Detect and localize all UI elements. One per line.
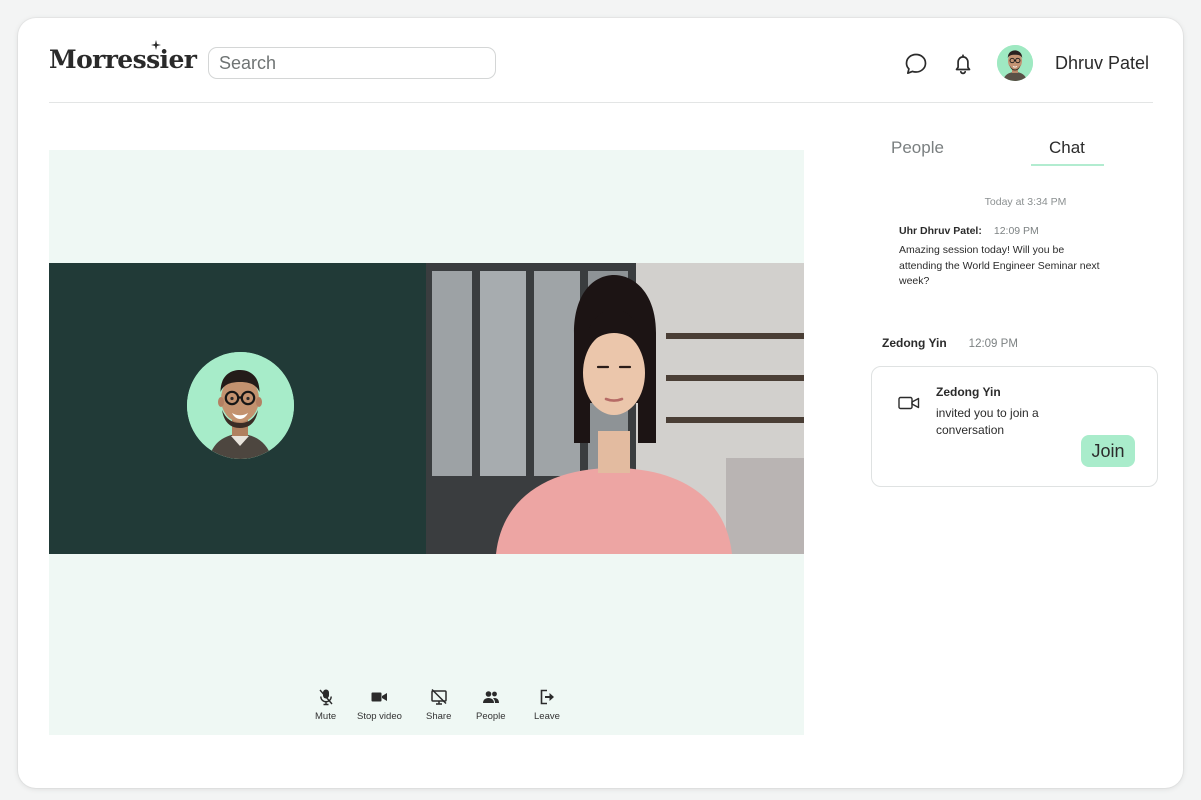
video-camera-icon (898, 396, 920, 410)
people-button[interactable]: People (476, 688, 506, 722)
screen-share-off-icon (430, 688, 447, 705)
app-window: Morressier Dhruv Patel (18, 18, 1183, 788)
active-tab-indicator (1031, 164, 1104, 166)
mute-label: Mute (315, 711, 337, 722)
message-time: 12:09 PM (993, 225, 1039, 237)
system-line-time: 12:09 PM (968, 338, 1018, 350)
user-avatar[interactable] (997, 45, 1033, 81)
tab-people[interactable]: People (891, 138, 944, 158)
invite-sender: Zedong Yin (936, 385, 1001, 399)
chat-message: Uhr Dhruv Patel: 12:09 PM Amazing session… (899, 221, 1109, 290)
chat-bubble-icon[interactable] (903, 51, 929, 77)
user-portrait-icon (997, 45, 1033, 81)
message-sender: Uhr Dhruv Patel: (899, 225, 982, 237)
system-line-name: Zedong Yin (882, 336, 947, 350)
participant-video-frame (426, 263, 804, 554)
join-button[interactable]: Join (1081, 435, 1135, 467)
invite-text: invited you to join a conversation (936, 406, 1039, 437)
invite-card: Zedong Yin invited you to join a convers… (871, 366, 1158, 487)
participant-avatar (187, 352, 294, 459)
logo-text: Morressier (49, 45, 197, 74)
search-input[interactable] (208, 47, 496, 79)
logo[interactable]: Morressier (49, 40, 197, 74)
leave-label: Leave (534, 711, 560, 722)
people-label: People (476, 711, 506, 722)
people-icon (482, 691, 499, 703)
chat-date-separator: Today at 3:34 PM (984, 196, 1067, 208)
participant-tile-video[interactable] (426, 263, 804, 554)
stop-video-label: Stop video (357, 711, 402, 722)
header-divider (49, 102, 1153, 103)
user-name[interactable]: Dhruv Patel (1055, 53, 1149, 74)
leave-button[interactable]: Leave (534, 688, 560, 722)
message-text: Amazing session today! Will you be atten… (899, 244, 1100, 287)
participant-tile-avatar[interactable] (49, 263, 426, 554)
participant-portrait-icon (187, 352, 294, 459)
mic-off-icon (319, 689, 333, 706)
share-label: Share (426, 711, 452, 722)
logo-sparkle-icon (151, 40, 161, 50)
chat-system-line: Zedong Yin 12:09 PM (882, 334, 1018, 352)
share-button[interactable]: Share (426, 688, 451, 722)
stop-video-button[interactable]: Stop video (357, 688, 402, 722)
video-stage: Mute Stop video Share People Leave (49, 150, 804, 735)
bell-icon[interactable] (950, 51, 976, 77)
tab-chat[interactable]: Chat (1049, 138, 1085, 158)
video-icon (371, 692, 388, 702)
mute-button[interactable]: Mute (315, 688, 336, 722)
call-controls: Mute Stop video Share People Leave (49, 688, 804, 734)
leave-icon (540, 689, 554, 705)
